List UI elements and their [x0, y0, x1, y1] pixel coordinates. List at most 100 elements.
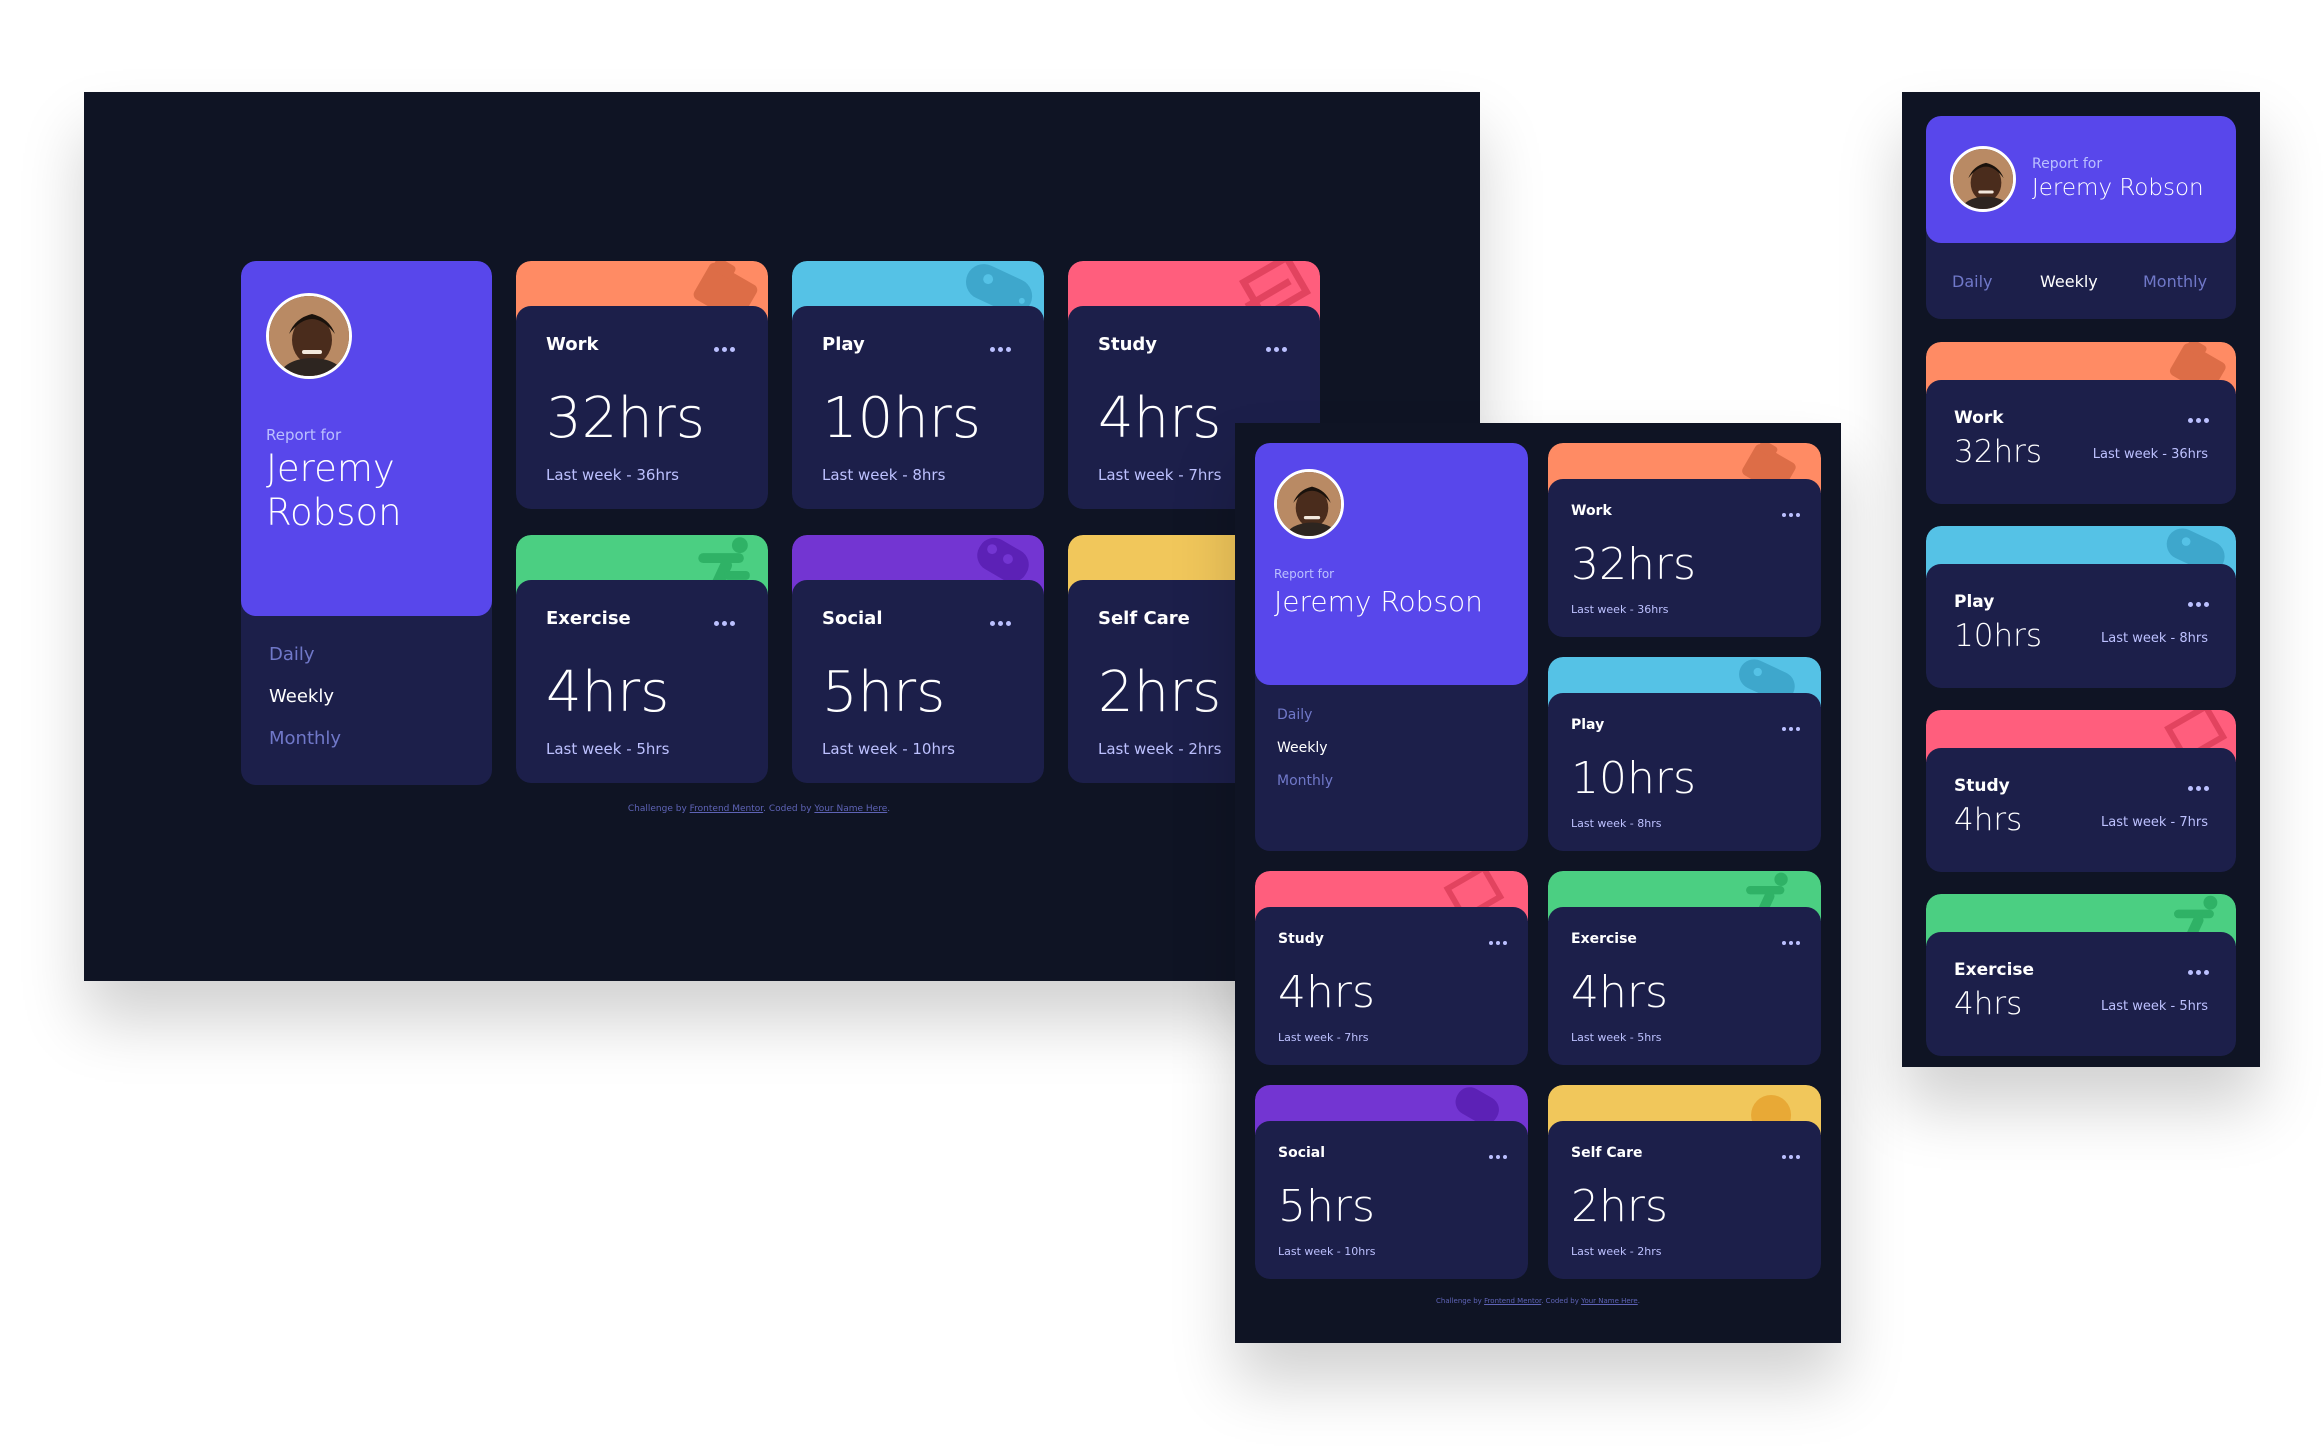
ellipsis-icon[interactable] — [1266, 347, 1291, 352]
card-body-play: Play 10hrs Last week - 8hrs — [792, 306, 1044, 509]
card-previous-play: Last week - 8hrs — [1571, 817, 1662, 830]
card-body-selfcare: Self Care 2hrs Last week - 2hrs — [1548, 1121, 1821, 1279]
ellipsis-icon[interactable] — [1782, 513, 1802, 518]
card-hours-social: 5hrs — [822, 660, 946, 725]
profile-header: Report for Jeremy Robson — [1926, 116, 2236, 243]
avatar-image — [269, 296, 349, 376]
card-previous-exercise: Last week - 5hrs — [2101, 999, 2208, 1014]
tablet-screen: Report for Jeremy Robson Daily Weekly Mo… — [1235, 423, 1841, 1343]
card-previous-social: Last week - 10hrs — [1278, 1245, 1376, 1258]
avatar-image — [1953, 149, 2013, 209]
card-body-study: Study 4hrs Last week - 7hrs — [1926, 748, 2236, 872]
card-previous-study: Last week - 7hrs — [2101, 815, 2208, 830]
card-title-exercise: Exercise — [1954, 960, 2035, 980]
card-previous-study: Last week - 7hrs — [1098, 466, 1222, 484]
activity-card-exercise: Exercise 4hrs Last week - 5hrs — [516, 535, 768, 783]
activity-card-social: Social 5hrs Last week - 10hrs — [1255, 1085, 1528, 1279]
activity-card-play: Play 10hrs Last week - 8hrs — [1548, 657, 1821, 851]
card-body-exercise: Exercise 4hrs Last week - 5hrs — [516, 580, 768, 783]
avatar-image — [1277, 472, 1341, 536]
card-title-work: Work — [1954, 408, 2004, 428]
card-title-exercise: Exercise — [546, 608, 631, 629]
card-previous-work: Last week - 36hrs — [1571, 603, 1669, 616]
ellipsis-icon[interactable] — [1782, 727, 1802, 732]
author-link[interactable]: Your Name Here — [1581, 1297, 1638, 1305]
card-hours-exercise: 4hrs — [1571, 967, 1668, 1018]
activity-card-play: Play 10hrs Last week - 8hrs — [1926, 526, 2236, 688]
card-previous-work: Last week - 36hrs — [2092, 447, 2208, 462]
card-previous-selfcare: Last week - 2hrs — [1098, 740, 1222, 758]
ellipsis-icon[interactable] — [2188, 786, 2210, 791]
card-body-exercise: Exercise 4hrs Last week - 5hrs — [1926, 932, 2236, 1056]
activity-card-exercise: Exercise 4hrs Last week - 5hrs — [1548, 871, 1821, 1065]
card-body-play: Play 10hrs Last week - 8hrs — [1548, 693, 1821, 851]
ellipsis-icon[interactable] — [1782, 941, 1802, 946]
activity-card-study: Study 4hrs Last week - 7hrs — [1926, 710, 2236, 872]
frontend-mentor-link[interactable]: Frontend Mentor — [1484, 1297, 1541, 1305]
card-body-social: Social 5hrs Last week - 10hrs — [792, 580, 1044, 783]
ellipsis-icon[interactable] — [2188, 418, 2210, 423]
profile-card: Report for Jeremy Robson Daily Weekly Mo… — [1926, 116, 2236, 319]
period-daily[interactable]: Daily — [1952, 272, 1992, 291]
card-previous-selfcare: Last week - 2hrs — [1571, 1245, 1662, 1258]
attribution-footer: Challenge by Frontend Mentor. Coded by Y… — [627, 804, 891, 814]
frontend-mentor-link[interactable]: Frontend Mentor — [690, 804, 764, 814]
card-body-work: Work 32hrs Last week - 36hrs — [1548, 479, 1821, 637]
avatar — [1274, 469, 1344, 539]
profile-header: Report for Jeremy Robson — [1255, 443, 1528, 685]
card-body-play: Play 10hrs Last week - 8hrs — [1926, 564, 2236, 688]
card-body-social: Social 5hrs Last week - 10hrs — [1255, 1121, 1528, 1279]
card-body-work: Work 32hrs Last week - 36hrs — [516, 306, 768, 509]
profile-name: Jeremy Robson — [1274, 585, 1483, 618]
card-hours-study: 4hrs — [1954, 802, 2023, 838]
card-previous-play: Last week - 8hrs — [822, 466, 946, 484]
ellipsis-icon[interactable] — [1489, 1155, 1509, 1160]
card-hours-selfcare: 2hrs — [1098, 660, 1222, 725]
period-weekly[interactable]: Weekly — [1277, 740, 1328, 756]
card-title-study: Study — [1278, 931, 1324, 947]
card-previous-play: Last week - 8hrs — [2101, 631, 2208, 646]
card-hours-exercise: 4hrs — [1954, 986, 2023, 1022]
card-title-work: Work — [546, 334, 599, 355]
period-daily[interactable]: Daily — [1277, 707, 1312, 723]
card-hours-play: 10hrs — [1571, 753, 1696, 804]
period-weekly[interactable]: Weekly — [269, 686, 334, 707]
card-hours-social: 5hrs — [1278, 1181, 1375, 1232]
card-body-work: Work 32hrs Last week - 36hrs — [1926, 380, 2236, 504]
activity-card-play: Play 10hrs Last week - 8hrs — [792, 261, 1044, 509]
activity-card-work: Work 32hrs Last week - 36hrs — [1926, 342, 2236, 504]
ellipsis-icon[interactable] — [714, 621, 739, 626]
ellipsis-icon[interactable] — [1782, 1155, 1802, 1160]
card-title-play: Play — [822, 334, 865, 355]
period-monthly[interactable]: Monthly — [2143, 272, 2207, 291]
period-weekly[interactable]: Weekly — [2040, 272, 2098, 291]
profile-card: Report for Jeremy Robson Daily Weekly Mo… — [1255, 443, 1528, 851]
period-daily[interactable]: Daily — [269, 644, 315, 665]
card-hours-play: 10hrs — [1954, 618, 2042, 654]
card-hours-selfcare: 2hrs — [1571, 1181, 1668, 1232]
card-hours-work: 32hrs — [1954, 434, 2042, 470]
card-previous-social: Last week - 10hrs — [822, 740, 955, 758]
card-hours-work: 32hrs — [1571, 539, 1696, 590]
card-hours-play: 10hrs — [822, 386, 981, 451]
period-monthly[interactable]: Monthly — [269, 728, 341, 749]
ellipsis-icon[interactable] — [1489, 941, 1509, 946]
profile-header: Report for Jeremy Robson — [241, 261, 492, 616]
card-previous-exercise: Last week - 5hrs — [546, 740, 670, 758]
ellipsis-icon[interactable] — [990, 347, 1015, 352]
card-title-selfcare: Self Care — [1571, 1145, 1643, 1161]
card-hours-study: 4hrs — [1278, 967, 1375, 1018]
ellipsis-icon[interactable] — [2188, 970, 2210, 975]
card-title-social: Social — [822, 608, 883, 629]
attribution-footer: Challenge by Frontend Mentor. Coded by Y… — [1436, 1297, 1640, 1305]
card-previous-work: Last week - 36hrs — [546, 466, 679, 484]
card-title-selfcare: Self Care — [1098, 608, 1190, 629]
ellipsis-icon[interactable] — [2188, 602, 2210, 607]
report-label: Report for — [266, 426, 342, 444]
period-monthly[interactable]: Monthly — [1277, 773, 1333, 789]
ellipsis-icon[interactable] — [714, 347, 739, 352]
author-link[interactable]: Your Name Here — [814, 804, 887, 814]
avatar — [1950, 146, 2016, 212]
card-previous-study: Last week - 7hrs — [1278, 1031, 1369, 1044]
ellipsis-icon[interactable] — [990, 621, 1015, 626]
